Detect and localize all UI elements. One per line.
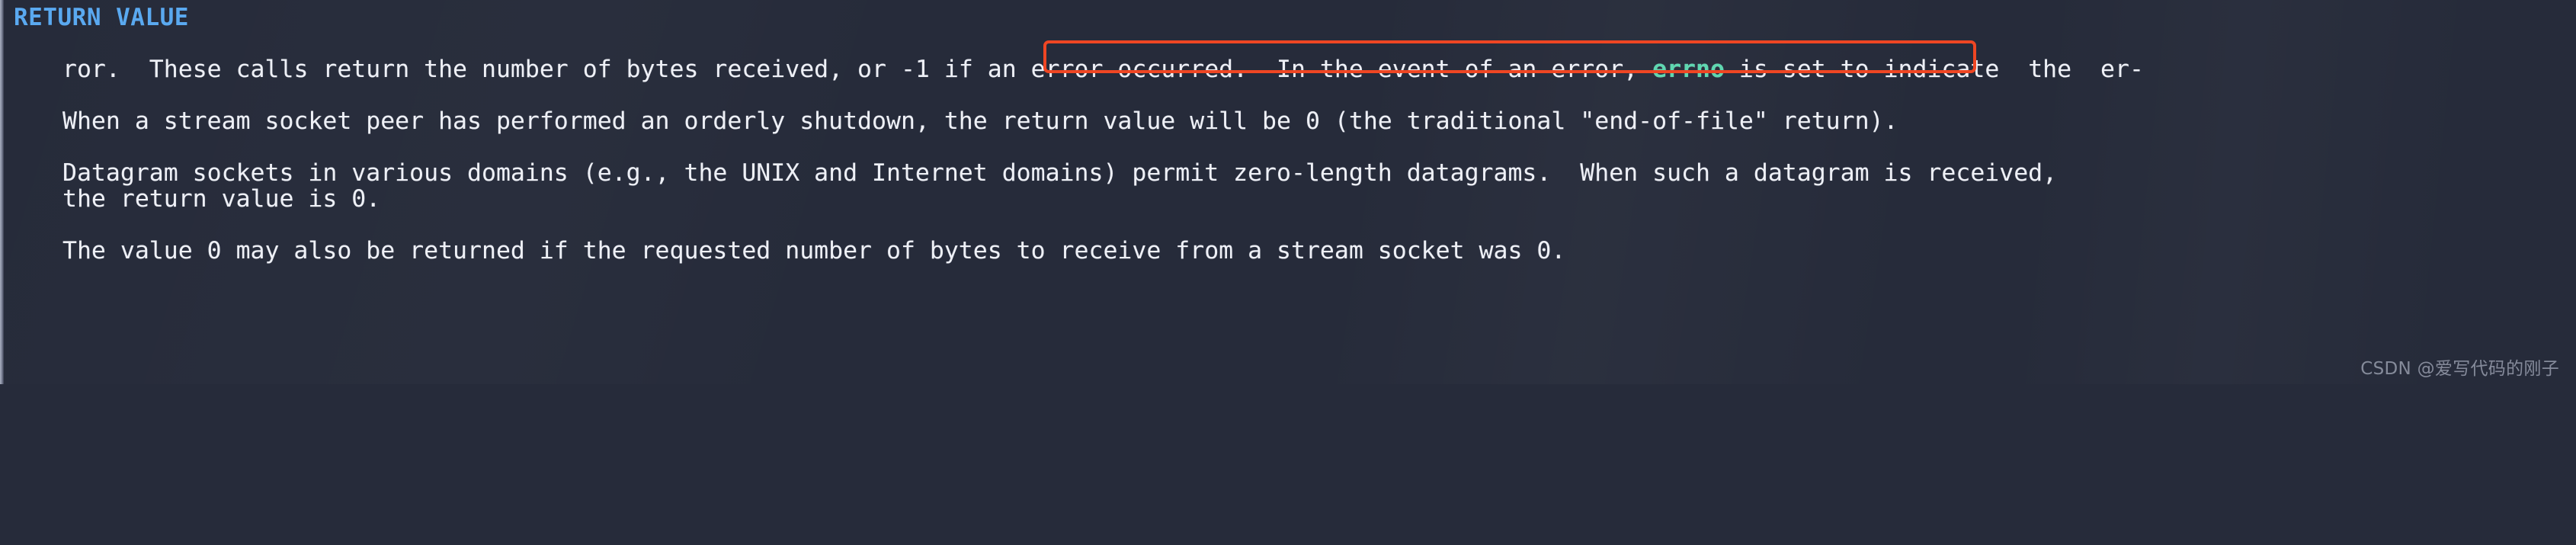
errno-keyword: errno [1652, 56, 1725, 83]
manpage-line-2: ror. [62, 56, 120, 83]
line-1-segment-1: These calls return the number of bytes r… [149, 56, 1653, 83]
manpage-content: RETURN VALUE These calls return the numb… [0, 0, 2576, 384]
csdn-watermark: CSDN @爱写代码的刚子 [2360, 359, 2559, 379]
manpage-line-4: Datagram sockets in various domains (e.g… [62, 159, 2058, 187]
section-heading-return-value: RETURN VALUE [14, 4, 189, 31]
manpage-line-5: the return value is 0. [62, 185, 381, 213]
manpage-line-1: These calls return the number of bytes r… [62, 30, 2144, 108]
terminal-window: RETURN VALUE These calls return the numb… [0, 0, 2576, 384]
line-1-segment-3: is set to indicate the er- [1724, 56, 2144, 83]
manpage-line-6: The value 0 may also be returned if the … [62, 237, 1566, 264]
manpage-line-3: When a stream socket peer has performed … [62, 107, 1898, 135]
